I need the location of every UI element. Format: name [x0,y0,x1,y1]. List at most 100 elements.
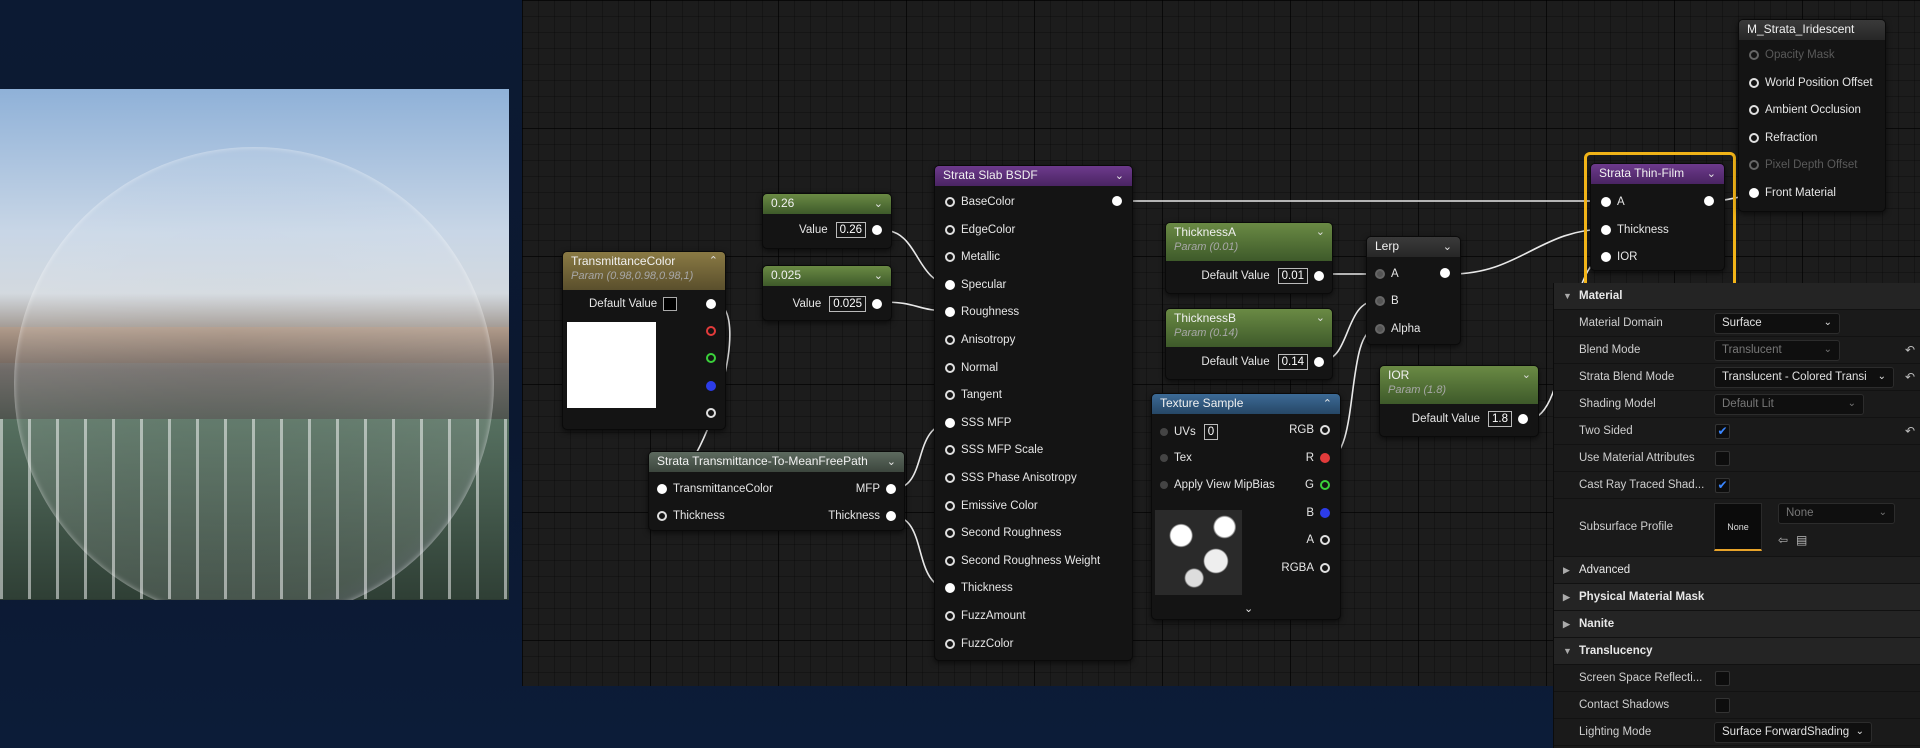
output-pin[interactable]: Front Material [1749,187,1836,199]
chevron-up-icon[interactable]: ⌃ [709,254,718,267]
subsurface-dropdown[interactable]: None ⌄ [1778,503,1895,524]
chevron-down-icon[interactable]: ⌄ [874,269,883,282]
pin-dot[interactable] [945,279,955,290]
lerp-in-alpha[interactable]: Alpha [1375,323,1420,335]
strata-blend-dropdown[interactable]: Translucent - Colored Transi ⌄ [1714,367,1894,388]
value-field[interactable]: 0.01 [1277,268,1308,284]
pin-dot[interactable] [945,528,955,539]
pin-dot[interactable] [1749,105,1759,116]
chevron-down-icon[interactable]: ⌄ [1443,240,1452,253]
strata-thin-film-node[interactable]: Strata Thin-Film ⌄ A Thickness IOR [1590,163,1725,271]
slab-in-pin[interactable]: EdgeColor [945,224,1015,236]
lighting-mode-dropdown[interactable]: Surface ForwardShading ⌄ [1714,722,1872,743]
slab-in-pin[interactable]: Second Roughness Weight [945,555,1100,567]
value-pin[interactable]: 0.26 Value [799,222,882,238]
expand-chevron-icon[interactable]: ⌄ [1244,602,1253,615]
default-value-pin[interactable]: Default Value [589,297,678,311]
slab-in-pin[interactable]: Second Roughness [945,527,1061,539]
pin-dot[interactable] [1749,50,1759,60]
chevron-up-icon[interactable]: ⌃ [1323,397,1332,410]
uvs-value-field[interactable]: 0 [1203,424,1219,440]
section-physical-material-mask[interactable]: ▶ Physical Material Mask [1554,584,1920,611]
constant-node-026[interactable]: 0.26 ⌄ 0.26 Value [762,193,892,249]
mipbias-pin[interactable]: Apply View MipBias [1160,479,1275,491]
texture-out-pin[interactable]: R [1306,452,1330,464]
output-pin[interactable]: Opacity Mask [1749,49,1835,61]
output-pin[interactable]: World Position Offset [1749,77,1873,89]
value-field[interactable]: 0.26 [835,222,866,238]
slab-in-pin[interactable]: Tangent [945,389,1002,401]
slab-in-pin[interactable]: Metallic [945,251,1000,263]
texture-out-pin[interactable]: RGBA [1281,562,1330,574]
pin-dot[interactable] [945,638,955,649]
material-domain-dropdown[interactable]: Surface ⌄ [1714,313,1840,334]
slab-in-pin[interactable]: Normal [945,362,998,374]
value-field[interactable]: 0.14 [1277,354,1308,370]
slab-in-pin[interactable]: Emissive Color [945,500,1038,512]
contact-shadows-checkbox[interactable] [1715,698,1730,713]
pin-dot[interactable] [1320,535,1330,545]
pin-dot[interactable] [1320,425,1330,435]
transmittance-color-node[interactable]: TransmittanceColor Param (0.98,0.98,0.98… [562,251,726,430]
pin-dot[interactable] [945,417,955,428]
lerp-node[interactable]: Lerp ⌄ A B Alpha [1366,236,1461,345]
chevron-down-icon[interactable]: ⌄ [887,455,896,468]
section-nanite[interactable]: ▶ Nanite [1554,611,1920,638]
pin-dot[interactable] [945,500,955,511]
texture-out-pin[interactable]: B [1306,507,1330,519]
pin-dot[interactable] [945,362,955,373]
ior-node[interactable]: IOR Param (1.8) ⌄ 1.8 Default Value [1379,365,1539,437]
default-value-pin[interactable]: 1.8 Default Value [1412,411,1528,427]
reset-arrow-icon[interactable]: ↶ [1905,343,1915,357]
constant-node-0025[interactable]: 0.025 ⌄ 0.025 Value [762,265,892,321]
lerp-in-b[interactable]: B [1375,295,1399,307]
slab-in-pin[interactable]: BaseColor [945,196,1015,208]
texture-out-pin[interactable]: RGB [1289,424,1330,436]
chevron-down-icon[interactable]: ⌄ [1316,311,1325,324]
pin-dot[interactable] [945,335,955,345]
slab-out-pin[interactable] [1112,196,1122,206]
pin-dot[interactable] [945,473,955,483]
slab-in-pin[interactable]: Anisotropy [945,334,1015,346]
pin-dot[interactable] [945,583,955,594]
pin-dot[interactable] [945,224,955,235]
thinfilm-out[interactable] [1704,196,1714,206]
thinfilm-in-thickness[interactable]: Thickness [1601,224,1669,236]
thinfilm-in-ior[interactable]: IOR [1601,251,1637,263]
a-out-pin[interactable] [706,408,716,418]
thickness-b-node[interactable]: ThicknessB Param (0.14) ⌄ 0.14 Default V… [1165,308,1333,380]
strata-transmittance-node[interactable]: Strata Transmittance-To-MeanFreePath ⌄ T… [648,451,905,531]
output-pin[interactable]: Pixel Depth Offset [1749,159,1857,171]
texture-sample-node[interactable]: Texture Sample ⌃ UVs 0 Tex Apply View Mip… [1151,393,1341,620]
pin-dot[interactable] [1320,507,1330,518]
folder-search-icon[interactable]: ▤ [1796,533,1807,547]
default-value-pin[interactable]: 0.14 Default Value [1201,354,1324,370]
pin-dot[interactable] [1749,132,1759,143]
value-field[interactable]: 1.8 [1488,411,1512,427]
browse-arrow-icon[interactable]: ⇦ [1778,533,1788,547]
chevron-down-icon[interactable]: ⌄ [1115,169,1124,182]
material-output-node[interactable]: M_Strata_Iridescent Opacity Mask World Po… [1738,19,1886,212]
two-sided-checkbox[interactable]: ✔ [1715,424,1730,439]
color-swatch[interactable] [663,297,678,311]
default-value-pin[interactable]: 0.01 Default Value [1201,268,1324,284]
slab-in-pin[interactable]: Roughness [945,306,1019,318]
blend-mode-dropdown[interactable]: Translucent ⌄ [1714,340,1840,361]
pin-dot[interactable] [945,252,955,263]
value-field[interactable]: 0.025 [829,296,866,312]
slab-in-pin[interactable]: SSS MFP Scale [945,444,1043,456]
texture-thumbnail[interactable] [1155,510,1242,595]
pin-dot[interactable] [945,611,955,621]
pin-dot[interactable] [945,555,955,566]
output-pin[interactable]: Refraction [1749,132,1817,144]
use-attributes-checkbox[interactable] [1715,451,1730,466]
in-pin-thickness[interactable]: Thickness [657,510,725,522]
pin-dot[interactable] [1320,452,1330,463]
texture-out-pin[interactable]: A [1306,534,1330,546]
pin-dot[interactable] [1749,160,1759,171]
ssr-checkbox[interactable] [1715,671,1730,686]
chevron-down-icon[interactable]: ⌄ [1707,167,1716,180]
tex-pin[interactable]: Tex [1160,452,1192,464]
uvs-pin[interactable]: UVs 0 [1160,424,1219,440]
texture-out-pin[interactable]: G [1305,479,1330,491]
